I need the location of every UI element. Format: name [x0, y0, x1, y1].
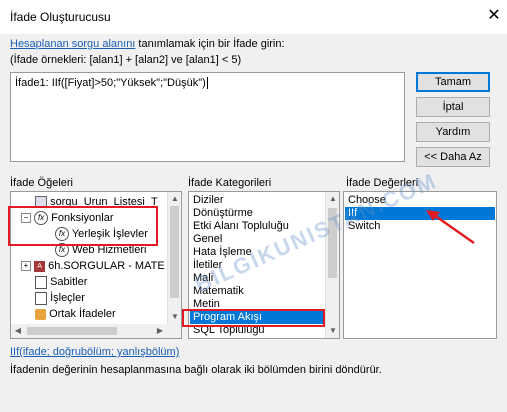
highlight-box-program-flow [182, 309, 325, 327]
scroll-up-icon[interactable]: ▲ [168, 192, 181, 206]
examples-text: (İfade örnekleri: [alan1] + [alan2] ve [… [10, 54, 242, 66]
scroll-right-icon[interactable]: ▶ [153, 324, 167, 338]
window-title: İfade Oluşturucusu [10, 10, 111, 24]
tree-item-database[interactable]: + A 6h.SORGULAR - MATE [13, 258, 165, 274]
close-icon[interactable]: ✕ [484, 6, 504, 26]
highlight-box-functions [8, 206, 158, 246]
help-button[interactable]: Yardım [416, 122, 490, 142]
instruction-text: tanımlamak için bir İfade girin: [135, 38, 285, 50]
syntax-link[interactable]: IIf(ifade; doğrubölüm; yanlışbölüm) [10, 346, 179, 358]
scroll-up-icon[interactable]: ▲ [326, 192, 339, 206]
elements-vscrollbar[interactable]: ▲ ▼ [167, 192, 181, 324]
constants-icon [35, 275, 47, 289]
common-expressions-icon [35, 308, 46, 320]
ok-button[interactable]: Tamam [416, 72, 490, 92]
operators-icon [35, 291, 47, 305]
tree-item-operators[interactable]: İşleçler [13, 290, 165, 306]
calculated-field-link[interactable]: Hesaplanan sorgu alanını [10, 38, 135, 50]
scroll-down-icon[interactable]: ▼ [168, 310, 181, 324]
elements-hscrollbar[interactable]: ◀ ▶ [11, 324, 181, 338]
hscroll-thumb[interactable] [27, 327, 117, 335]
elements-label: İfade Öğeleri [10, 177, 73, 189]
database-icon: A [34, 260, 46, 272]
expand-icon[interactable]: + [21, 261, 31, 272]
less-button[interactable]: << Daha Az [416, 147, 490, 167]
cancel-button[interactable]: İptal [416, 97, 490, 117]
tree-item-constants[interactable]: Sabitler [13, 274, 165, 290]
function-description: İfadenin değerinin hesaplanmasına bağlı … [10, 364, 382, 376]
scroll-down-icon[interactable]: ▼ [326, 324, 339, 338]
expression-value: İfade1: IIf([Fiyat]>50;"Yüksek";"Düşük") [15, 77, 206, 89]
tree-item-common-expressions[interactable]: Ortak İfadeler [13, 306, 165, 322]
category-item[interactable]: Diziler [190, 194, 324, 207]
annotation-arrow-icon [426, 210, 475, 245]
expression-input[interactable]: İfade1: IIf([Fiyat]>50;"Yüksek";"Düşük") [10, 72, 405, 162]
category-item[interactable]: Dönüştürme [190, 207, 324, 220]
categories-label: İfade Kategorileri [188, 177, 272, 189]
scroll-thumb[interactable] [170, 206, 179, 298]
instruction-line: Hesaplanan sorgu alanını tanımlamak için… [10, 38, 285, 50]
scroll-left-icon[interactable]: ◀ [11, 324, 25, 338]
